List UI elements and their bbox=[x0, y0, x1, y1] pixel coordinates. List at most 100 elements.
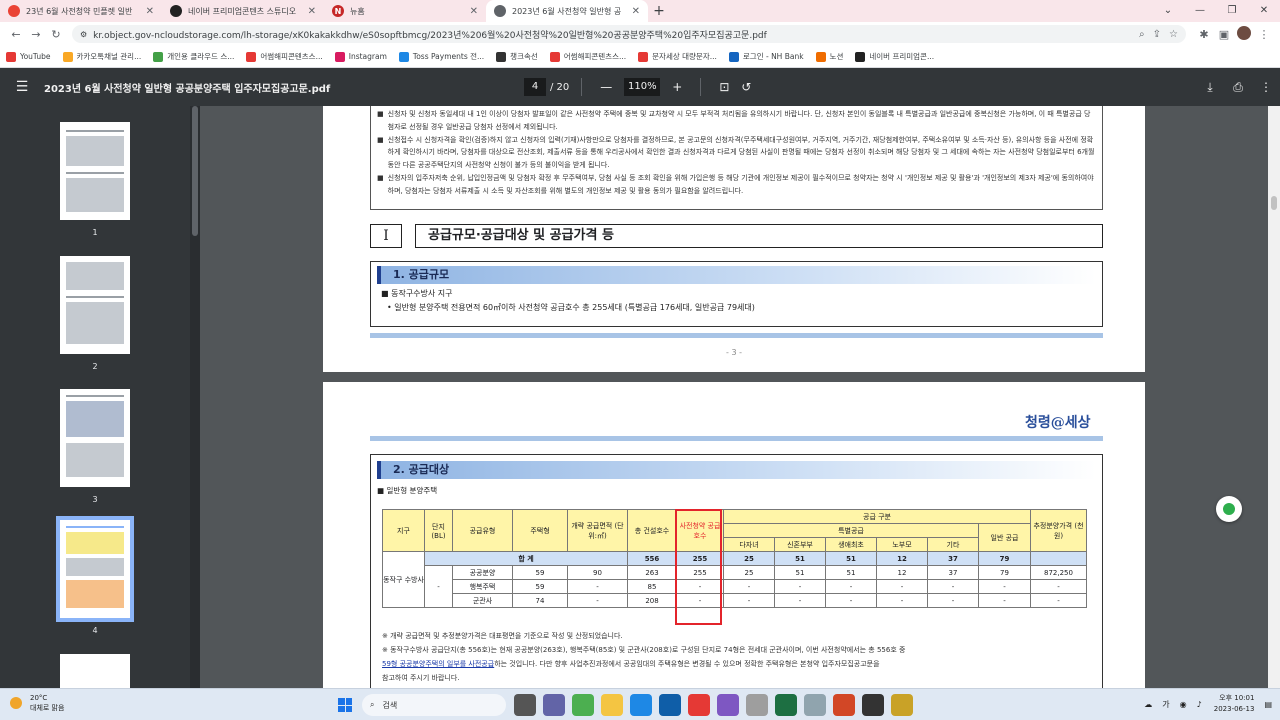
address-bar[interactable]: ⚙ kr.object.gov-ncloudstorage.com/lh-sto… bbox=[72, 25, 1186, 43]
app-icon[interactable] bbox=[862, 694, 884, 716]
divider bbox=[700, 78, 702, 96]
bookmark-item[interactable]: 챙크속선 bbox=[496, 51, 538, 62]
youtube-icon bbox=[6, 51, 16, 62]
bookmark-star-icon[interactable]: ☆ bbox=[1169, 29, 1178, 40]
notepad-icon[interactable] bbox=[804, 694, 826, 716]
table-caption: ■ 일반형 분양주택 bbox=[377, 486, 438, 495]
powerpoint-icon[interactable] bbox=[833, 694, 855, 716]
bookmark-item[interactable]: 로그인 - NH Bank bbox=[728, 51, 804, 62]
site-info-icon[interactable]: ⚙ bbox=[80, 30, 87, 39]
tab-search-icon[interactable]: ⌄ bbox=[1152, 0, 1184, 22]
language-indicator[interactable]: 가 bbox=[1162, 699, 1169, 710]
scrollbar-thumb[interactable] bbox=[192, 106, 198, 236]
rotate-icon[interactable]: ↺ bbox=[741, 80, 751, 94]
file-explorer-icon[interactable] bbox=[601, 694, 623, 716]
download-icon[interactable]: ⤓ bbox=[1196, 80, 1224, 95]
browser-tab-active[interactable]: 2023년 6월 사전청약 일반형 공 ✕ bbox=[486, 0, 648, 22]
tab-close-icon[interactable]: ✕ bbox=[308, 6, 316, 17]
taskbar-search[interactable]: ⌕ 검색 bbox=[362, 694, 506, 716]
sidebar-scrollbar[interactable] bbox=[190, 106, 200, 688]
zoom-icon[interactable]: ⌕ bbox=[1139, 29, 1145, 40]
bookmark-item[interactable]: 어썸해피콘텐츠스... bbox=[246, 51, 323, 62]
table-cell: 208 bbox=[627, 593, 677, 608]
clock[interactable]: 오후 10:01 2023-06-13 bbox=[1214, 693, 1255, 715]
thumbnail-item-selected[interactable]: 4 bbox=[0, 516, 190, 635]
wifi-icon[interactable]: ◉ bbox=[1180, 700, 1187, 709]
cloud-icon[interactable]: ☁ bbox=[1144, 700, 1152, 709]
profile-avatar[interactable] bbox=[1234, 25, 1254, 43]
tab-close-icon[interactable]: ✕ bbox=[470, 6, 478, 17]
task-view-icon[interactable] bbox=[514, 694, 536, 716]
start-button[interactable] bbox=[338, 698, 352, 712]
new-tab-button[interactable]: + bbox=[648, 0, 670, 22]
table-header-row: 지구 단지 (BL) 공급유형 주택형 개략 공급면적 (단위:㎡) 총 건설호… bbox=[382, 509, 1087, 552]
page-thumbnail[interactable] bbox=[60, 654, 130, 688]
bookmark-item[interactable]: Instagram bbox=[334, 51, 387, 62]
reload-icon[interactable]: ↻ bbox=[46, 28, 66, 41]
bookmark-item[interactable]: Toss Payments 전... bbox=[398, 51, 484, 62]
snipping-tool-icon[interactable] bbox=[717, 694, 739, 716]
browser-tab[interactable]: N 뉴홈 ✕ bbox=[324, 0, 486, 22]
header-special: 특별공급 bbox=[723, 523, 979, 538]
forward-icon[interactable]: → bbox=[26, 28, 46, 41]
bookmark-item[interactable]: 네이버 프리미엄콘... bbox=[855, 51, 934, 62]
page-number-input[interactable]: 4 bbox=[524, 78, 546, 96]
more-icon[interactable]: ⋮ bbox=[1252, 80, 1280, 95]
page-thumbnail[interactable] bbox=[56, 516, 134, 622]
bookmark-item[interactable]: 카카오톡채널 관리... bbox=[62, 51, 141, 62]
extensions-icon[interactable]: ✱ bbox=[1194, 28, 1214, 41]
browser-tab[interactable]: 23년 6월 사전청약 민플렛 일반 ✕ bbox=[0, 0, 162, 22]
table-cell: 군관사 bbox=[452, 593, 513, 608]
volume-icon[interactable]: ♪ bbox=[1197, 700, 1202, 709]
scrollbar-thumb[interactable] bbox=[1271, 196, 1277, 210]
share-icon[interactable]: ⇪ bbox=[1153, 29, 1161, 40]
chrome-icon[interactable] bbox=[572, 694, 594, 716]
print-icon[interactable]: ⎙ bbox=[1224, 80, 1252, 95]
brand-logo: 청령@세상 bbox=[1025, 415, 1091, 431]
notice-item: ■ 신청자 및 신청자 동일세대 내 1인 이상이 당첨자 발표일이 같은 사전청… bbox=[377, 110, 1091, 131]
notification-icon[interactable]: ▤ bbox=[1264, 700, 1272, 709]
bookmark-item[interactable]: YouTube bbox=[6, 51, 51, 62]
fit-page-icon[interactable]: ⊡ bbox=[719, 80, 729, 94]
page-thumbnail[interactable] bbox=[60, 256, 130, 354]
thumbnail-item[interactable]: 3 bbox=[0, 389, 190, 504]
weather-widget[interactable]: 20°C 대체로 맑음 bbox=[10, 693, 64, 713]
document-scrollbar[interactable] bbox=[1268, 106, 1280, 688]
tab-close-icon[interactable]: ✕ bbox=[146, 6, 154, 17]
zoom-out-icon[interactable]: — bbox=[600, 80, 612, 94]
page-thumbnail[interactable] bbox=[60, 389, 130, 487]
edge-icon[interactable] bbox=[630, 694, 652, 716]
bookmark-item[interactable]: 노션 bbox=[815, 51, 843, 62]
browser-tab[interactable]: 네이버 프리미엄콘텐츠 스튜디오 ✕ bbox=[162, 0, 324, 22]
minimize-icon[interactable]: — bbox=[1184, 0, 1216, 22]
table-cell: 263 bbox=[627, 565, 677, 580]
zoom-in-icon[interactable]: + bbox=[672, 80, 682, 94]
supply-summary: • 일반형 분양주택 전용면적 60㎡이하 사전청약 공급호수 총 255세대 … bbox=[387, 303, 755, 312]
mail-icon[interactable] bbox=[746, 694, 768, 716]
tab-favicon-icon bbox=[8, 5, 20, 17]
table-cell: - bbox=[876, 579, 928, 594]
thumbnail-item[interactable]: 1 bbox=[0, 122, 190, 237]
opera-icon[interactable] bbox=[688, 694, 710, 716]
back-icon[interactable]: ← bbox=[6, 28, 26, 41]
floating-extension-button[interactable] bbox=[1216, 496, 1242, 522]
thumbnail-item[interactable]: 2 bbox=[0, 256, 190, 371]
app-icon[interactable] bbox=[891, 694, 913, 716]
thumbnail-item[interactable] bbox=[0, 654, 190, 688]
sidepanel-icon[interactable]: ▣ bbox=[1214, 28, 1234, 41]
page-thumbnail[interactable] bbox=[60, 122, 130, 220]
chrome-menu-icon[interactable]: ⋮ bbox=[1254, 28, 1274, 41]
bookmark-item[interactable]: 개인용 클라우드 스... bbox=[153, 51, 234, 62]
document-viewport[interactable]: ■ 신청자 및 신청자 동일세대 내 1인 이상이 당첨자 발표일이 같은 사전청… bbox=[200, 106, 1268, 688]
maximize-icon[interactable]: ❐ bbox=[1216, 0, 1248, 22]
store-icon[interactable] bbox=[659, 694, 681, 716]
tab-close-icon[interactable]: ✕ bbox=[632, 6, 640, 17]
chat-icon[interactable] bbox=[543, 694, 565, 716]
table-cell: 51 bbox=[825, 565, 877, 580]
menu-icon[interactable]: ☰ bbox=[0, 79, 44, 95]
bookmark-item[interactable]: 어썸해피콘텐츠스... bbox=[549, 51, 626, 62]
bookmark-item[interactable]: 문자세상 대량문자... bbox=[638, 51, 717, 62]
close-window-icon[interactable]: ✕ bbox=[1248, 0, 1280, 22]
excel-icon[interactable] bbox=[775, 694, 797, 716]
zoom-input[interactable]: 110% bbox=[624, 78, 661, 96]
